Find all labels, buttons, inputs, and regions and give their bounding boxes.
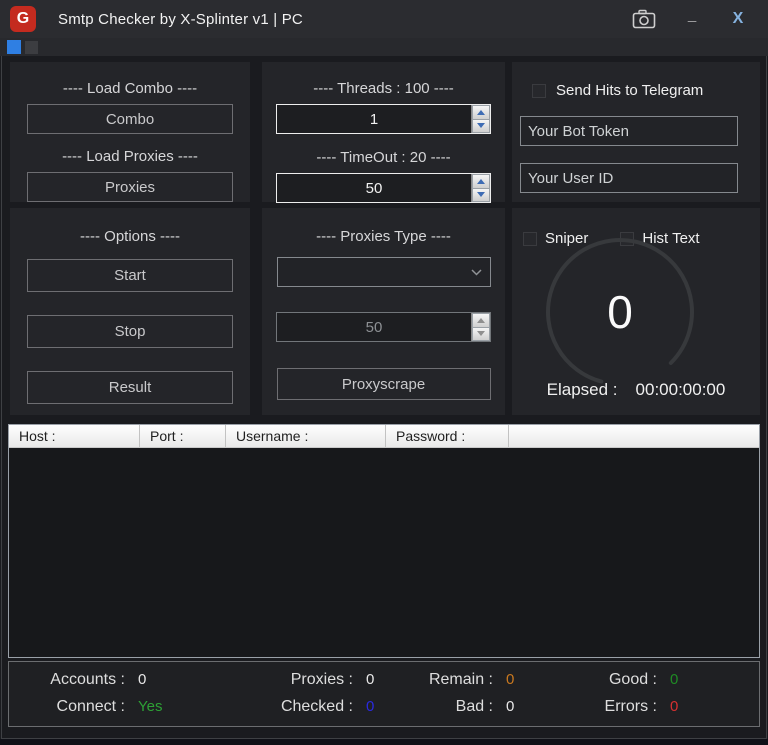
proxyscrape-button[interactable]: Proxyscrape: [277, 368, 491, 400]
threads-header: ---- Threads : 100 ----: [262, 80, 505, 97]
scrape-count-input[interactable]: [277, 313, 471, 341]
threads-spin-buttons: [471, 105, 490, 133]
proxies-value: 0: [366, 671, 374, 688]
column-header-host[interactable]: Host :: [9, 425, 140, 447]
arrow-up-icon: [477, 318, 485, 323]
status-good: Good : 0: [563, 671, 678, 689]
elapsed-label: Elapsed :: [547, 380, 618, 400]
camera-icon: [632, 9, 656, 29]
column-header-port[interactable]: Port :: [140, 425, 226, 447]
minimize-icon: _: [688, 7, 696, 24]
timeout-down-button[interactable]: [472, 189, 490, 203]
status-checked: Checked : 0: [237, 698, 374, 716]
status-bad: Bad : 0: [405, 698, 514, 716]
threads-up-button[interactable]: [472, 105, 490, 120]
scrape-up-button[interactable]: [472, 313, 490, 328]
start-button[interactable]: Start: [27, 259, 233, 292]
checked-value: 0: [366, 698, 374, 715]
load-proxies-header: ---- Load Proxies ----: [10, 148, 250, 165]
combo-button[interactable]: Combo: [27, 104, 233, 134]
results-table: Host : Port : Username : Password :: [8, 424, 760, 658]
errors-value: 0: [670, 698, 678, 715]
connect-label: Connect :: [21, 698, 125, 716]
accounts-label: Accounts :: [21, 671, 125, 689]
gauge-counter: 0: [538, 230, 702, 394]
bot-token-input[interactable]: [520, 116, 738, 146]
bad-label: Bad :: [405, 698, 493, 716]
telegram-checkbox-row: Send Hits to Telegram: [532, 82, 760, 99]
proxies-button[interactable]: Proxies: [27, 172, 233, 202]
connect-value: Yes: [138, 698, 162, 715]
window-title: Smtp Checker by X-Splinter v1 | PC: [58, 0, 303, 38]
remain-label: Remain :: [405, 671, 493, 689]
timeout-up-button[interactable]: [472, 174, 490, 189]
app-icon: G: [10, 6, 36, 32]
stop-button[interactable]: Stop: [27, 315, 233, 348]
arrow-down-icon: [477, 192, 485, 197]
checked-label: Checked :: [237, 698, 353, 716]
column-header-username[interactable]: Username :: [226, 425, 386, 447]
status-connect: Connect : Yes: [21, 698, 162, 716]
send-hits-checkbox[interactable]: [532, 84, 546, 98]
bad-value: 0: [506, 698, 514, 715]
arrow-up-icon: [477, 110, 485, 115]
status-panel: Accounts : 0 Proxies : 0 Remain : 0 Good…: [8, 661, 760, 727]
send-hits-label: Send Hits to Telegram: [556, 82, 703, 99]
errors-label: Errors :: [563, 698, 657, 716]
app-icon-letter: G: [17, 11, 29, 27]
good-label: Good :: [563, 671, 657, 689]
result-button[interactable]: Result: [27, 371, 233, 404]
threads-stepper[interactable]: [276, 104, 491, 134]
app-window: G Smtp Checker by X-Splinter v1 | PC _ X…: [0, 0, 768, 745]
close-button[interactable]: X: [718, 0, 758, 38]
good-value: 0: [670, 671, 678, 688]
minimize-button[interactable]: _: [672, 0, 712, 38]
close-icon: X: [733, 10, 744, 28]
status-remain: Remain : 0: [405, 671, 514, 689]
table-body[interactable]: [9, 448, 759, 657]
threads-input[interactable]: [277, 105, 471, 133]
column-header-empty[interactable]: [509, 425, 759, 447]
options-panel: ---- Options ---- Start Stop Result: [10, 208, 250, 415]
scrape-down-button[interactable]: [472, 328, 490, 342]
threads-panel: ---- Threads : 100 ---- ---- TimeOut : 2…: [262, 62, 505, 202]
timeout-input[interactable]: [277, 174, 471, 202]
proxies-type-dropdown[interactable]: [277, 257, 491, 287]
scrape-count-stepper[interactable]: [276, 312, 491, 342]
accounts-value: 0: [138, 671, 146, 688]
sniper-checkbox[interactable]: [523, 232, 537, 246]
monitor-panel: Sniper Hist Text 0 Elapsed : 00:00:00:00: [512, 208, 760, 415]
proxies-label: Proxies :: [237, 671, 353, 689]
threads-down-button[interactable]: [472, 120, 490, 134]
status-proxies: Proxies : 0: [237, 671, 374, 689]
window-bottom-strip: [0, 739, 768, 745]
proxies-type-panel: ---- Proxies Type ---- Proxyscrape: [262, 208, 505, 415]
load-combo-header: ---- Load Combo ----: [10, 80, 250, 97]
status-accounts: Accounts : 0: [21, 671, 146, 689]
gray-indicator-square: [25, 41, 38, 54]
load-panel: ---- Load Combo ---- Combo ---- Load Pro…: [10, 62, 250, 202]
arrow-up-icon: [477, 179, 485, 184]
remain-value: 0: [506, 671, 514, 688]
column-header-password[interactable]: Password :: [386, 425, 509, 447]
indicator-strip: [0, 38, 768, 56]
proxies-type-header: ---- Proxies Type ----: [262, 228, 505, 245]
arrow-down-icon: [477, 331, 485, 336]
timeout-spin-buttons: [471, 174, 490, 202]
options-header: ---- Options ----: [10, 228, 250, 245]
elapsed-value: 00:00:00:00: [636, 380, 726, 400]
arrow-down-icon: [477, 123, 485, 128]
elapsed-row: Elapsed : 00:00:00:00: [512, 380, 760, 400]
chevron-down-icon: [471, 269, 482, 276]
scrape-spin-buttons: [471, 313, 490, 341]
telegram-panel: Send Hits to Telegram: [512, 62, 760, 202]
timeout-header: ---- TimeOut : 20 ----: [262, 149, 505, 166]
screenshot-button[interactable]: [624, 0, 664, 38]
timeout-stepper[interactable]: [276, 173, 491, 203]
blue-indicator-square: [7, 40, 21, 54]
title-bar: G Smtp Checker by X-Splinter v1 | PC _ X: [0, 0, 768, 38]
user-id-input[interactable]: [520, 163, 738, 193]
table-header: Host : Port : Username : Password :: [9, 425, 759, 448]
status-errors: Errors : 0: [563, 698, 678, 716]
